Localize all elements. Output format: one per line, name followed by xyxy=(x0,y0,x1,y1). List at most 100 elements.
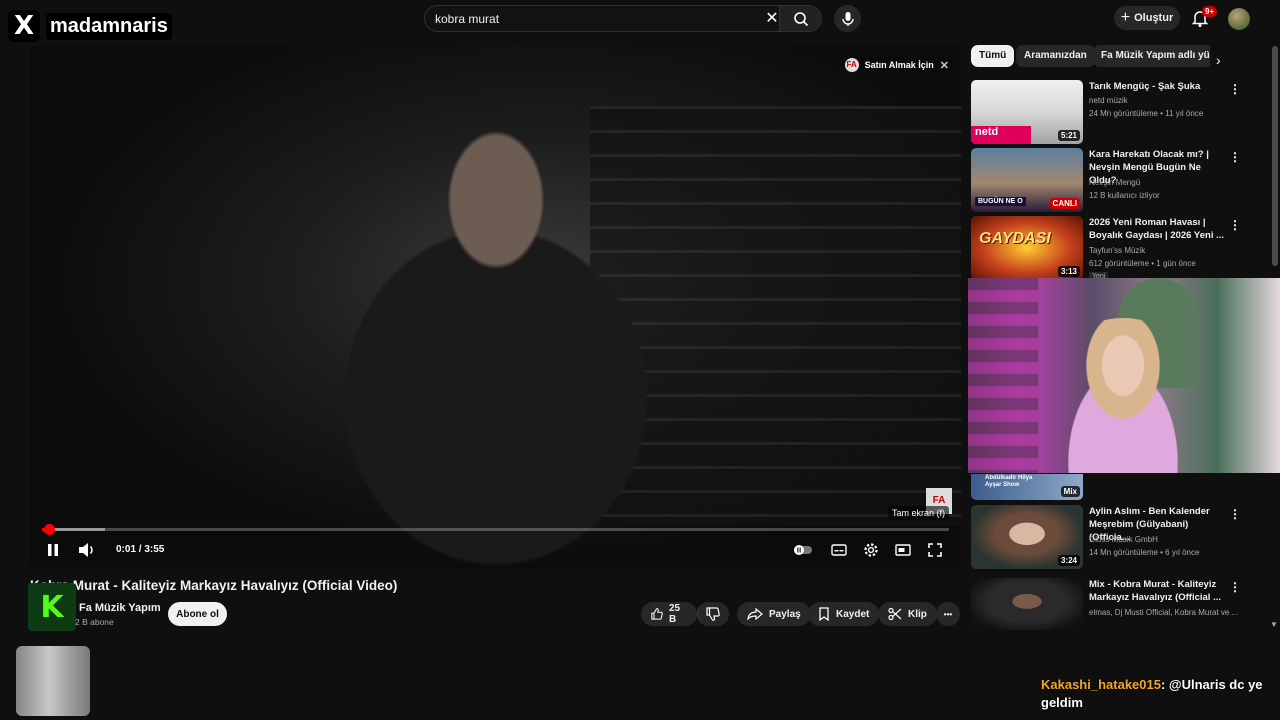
fullscreen-button[interactable] xyxy=(922,538,948,562)
subscriber-count: 2 B abone xyxy=(75,617,114,627)
dislike-button[interactable] xyxy=(697,602,729,626)
recommendation-item[interactable]: 3:24 Aylin Aslım - Ben Kalender Meşrebim… xyxy=(971,505,1271,569)
clip-label: Klip xyxy=(908,608,927,620)
scroll-down-arrow-icon[interactable]: ▼ xyxy=(1270,620,1278,629)
recommendation-item[interactable]: GAYDASI 3:13 2026 Yeni Roman Havası | Bo… xyxy=(971,216,1271,281)
recommendation-meta: 12 B kullanıcı izliyor xyxy=(1089,191,1160,200)
like-count: 25 B xyxy=(668,603,681,625)
pause-icon xyxy=(48,544,58,556)
search-input[interactable] xyxy=(435,9,755,29)
more-actions-button[interactable]: ••• xyxy=(936,602,960,626)
search-box[interactable]: ✕ xyxy=(424,5,822,32)
streamer-webcam xyxy=(968,278,1280,473)
recommendation-meta: 14 Mn görüntüleme • 6 yıl önce xyxy=(1089,548,1200,557)
more-vert-icon[interactable]: ⋮ xyxy=(1229,507,1241,521)
account-avatar[interactable] xyxy=(1228,8,1250,30)
sidebar-scrollbar[interactable] xyxy=(1272,46,1278,626)
more-vert-icon[interactable]: ⋮ xyxy=(1229,82,1241,96)
fullscreen-tooltip: Tam ekran (f) xyxy=(888,506,950,520)
like-button[interactable]: 25 B xyxy=(641,602,697,626)
video-player[interactable]: FA Satın Almak İçin ✕ FA Tam ekran (f) 0… xyxy=(30,46,961,568)
save-button[interactable]: Kaydet xyxy=(808,602,880,626)
fullscreen-icon xyxy=(928,543,942,557)
subscribe-button[interactable]: Abone ol xyxy=(168,602,227,626)
recommendation-channel[interactable]: Gloss Musik GmbH xyxy=(1089,535,1158,544)
thumbs-down-icon xyxy=(706,607,720,621)
settings-button[interactable] xyxy=(858,538,884,562)
kick-logo-icon: K xyxy=(28,583,76,631)
recommendation-meta: 24 Mn görüntüleme • 11 yıl önce xyxy=(1089,109,1204,118)
x-logo-icon: X xyxy=(8,10,40,42)
subtitles-icon xyxy=(831,544,847,556)
theater-mode-button[interactable] xyxy=(890,538,916,562)
gear-icon xyxy=(864,543,878,557)
recommendation-title[interactable]: Mix - Kobra Murat - Kaliteyiz Markayız H… xyxy=(1089,578,1225,604)
share-icon xyxy=(747,608,763,620)
mix-badge: Mix xyxy=(1060,486,1080,497)
more-vert-icon[interactable]: ⋮ xyxy=(1229,218,1241,232)
create-button[interactable]: + Oluştur xyxy=(1114,6,1180,30)
share-button[interactable]: Paylaş xyxy=(737,602,811,626)
more-vert-icon[interactable]: ⋮ xyxy=(1229,580,1241,594)
streamer-name: madamnaris xyxy=(46,12,172,40)
video-thumbnail[interactable]: BUGÜN NE O CANLI xyxy=(971,148,1083,212)
scissors-icon xyxy=(888,607,902,621)
webcam-shelf xyxy=(968,278,1038,473)
recommendation-title[interactable]: Tarık Mengüç - Şak Şuka xyxy=(1089,80,1225,93)
autoplay-icon xyxy=(794,545,812,555)
recommendation-channel[interactable]: Tayfun'ss Müzik xyxy=(1089,246,1145,255)
notifications-button[interactable]: 9+ xyxy=(1190,6,1218,30)
drinking-glass xyxy=(16,646,90,716)
chip-channel-uploads[interactable]: Fa Müzik Yapım adlı yük xyxy=(1093,45,1210,67)
scrollbar-thumb[interactable] xyxy=(1272,46,1278,266)
recommendation-title[interactable]: 2026 Yeni Roman Havası | Boyalık Gaydası… xyxy=(1089,216,1225,242)
search-button[interactable] xyxy=(779,6,821,31)
pause-button[interactable] xyxy=(40,538,66,562)
duration-badge: 3:13 xyxy=(1057,266,1080,277)
recommendation-item[interactable]: BUGÜN NE O CANLI Kara Harekatı Olacak mı… xyxy=(971,148,1271,212)
channel-name[interactable]: Fa Müzik Yapım xyxy=(79,602,161,614)
video-thumbnail[interactable]: GAYDASI 3:13 xyxy=(971,216,1083,280)
recommendation-item[interactable]: Mix - Kobra Murat - Kaliteyiz Markayız H… xyxy=(971,578,1271,630)
filter-chips: Tümü Aramanızdan Fa Müzik Yapım adlı yük xyxy=(970,45,1210,67)
chip-from-search[interactable]: Aramanızdan xyxy=(1016,45,1095,67)
recommendation-channel[interactable]: elmas, Dj Musti Official, Kobra Murat ve… xyxy=(1089,608,1238,617)
mix-thumbnail[interactable]: Abdülkadir Hilya Ayşar Show Mix xyxy=(971,474,1083,500)
chip-all[interactable]: Tümü xyxy=(971,45,1015,67)
progress-scrubber[interactable] xyxy=(43,524,55,535)
streamer-brand: X madamnaris xyxy=(8,10,172,42)
microphone-icon xyxy=(841,11,854,26)
search-icon xyxy=(793,11,808,26)
volume-button[interactable] xyxy=(74,538,100,562)
progress-bar[interactable] xyxy=(42,524,949,535)
save-label: Kaydet xyxy=(836,608,870,620)
more-vert-icon[interactable]: ⋮ xyxy=(1229,150,1241,164)
chevron-right-icon[interactable]: › xyxy=(1216,52,1221,68)
close-icon[interactable]: ✕ xyxy=(940,59,949,72)
chat-message: Kakashi_hatake015: @Ulnaris dc ye geldim xyxy=(1041,676,1276,712)
video-thumbnail[interactable] xyxy=(971,578,1083,630)
recommendation-item[interactable]: netd 5:21 Tarık Mengüç - Şak Şuka netd m… xyxy=(971,80,1271,144)
video-thumbnail[interactable]: netd 5:21 xyxy=(971,80,1083,144)
voice-search-button[interactable] xyxy=(834,5,861,32)
bookmark-icon xyxy=(819,607,829,621)
duration-badge: 3:24 xyxy=(1057,555,1080,566)
clip-button[interactable]: Klip xyxy=(878,602,937,626)
live-badge: CANLI xyxy=(1049,198,1080,209)
autoplay-toggle[interactable] xyxy=(790,538,816,562)
video-performer xyxy=(280,106,760,568)
volume-icon xyxy=(79,543,93,557)
video-title: Kobra Murat - Kaliteyiz Markayız Havalıy… xyxy=(30,578,398,593)
player-controls: 0:01 / 3:55 xyxy=(30,536,961,564)
thumbs-up-icon xyxy=(651,608,663,620)
mix-thumbnail-caption: Abdülkadir Hilya Ayşar Show xyxy=(985,475,1033,488)
duration-badge: 5:21 xyxy=(1057,130,1080,141)
recommendation-meta: 612 görüntüleme • 1 gün önce xyxy=(1089,259,1196,268)
recommendation-channel[interactable]: Nevşin Mengü xyxy=(1089,178,1140,187)
purchase-overlay-label: Satın Almak İçin xyxy=(864,60,934,70)
subtitles-button[interactable] xyxy=(826,538,852,562)
purchase-overlay[interactable]: FA Satın Almak İçin ✕ xyxy=(844,58,949,72)
notification-badge: 9+ xyxy=(1202,6,1218,17)
recommendation-channel[interactable]: netd müzik xyxy=(1089,96,1128,105)
video-thumbnail[interactable]: 3:24 xyxy=(971,505,1083,569)
